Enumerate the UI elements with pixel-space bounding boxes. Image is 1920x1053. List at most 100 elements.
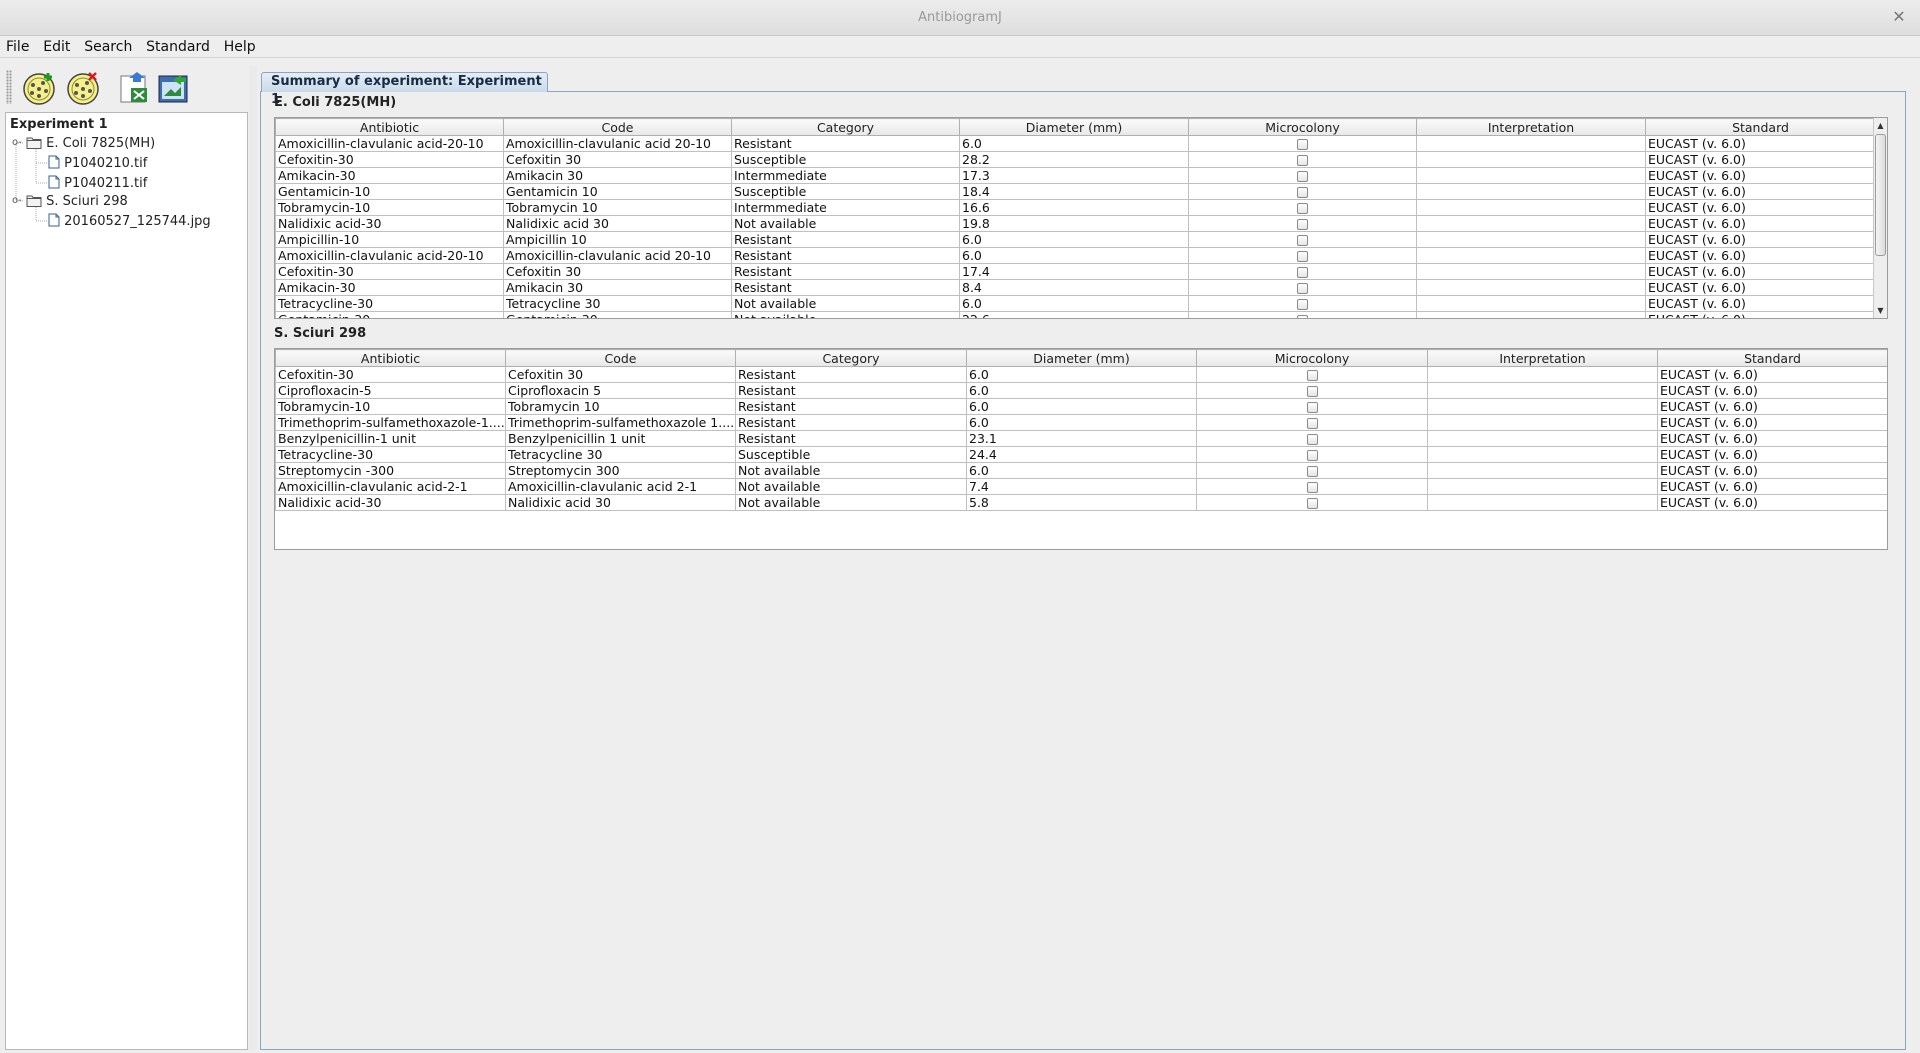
cell-interpretation[interactable] [1416,295,1646,312]
cell-interpretation[interactable] [1416,151,1646,168]
table-row[interactable]: Amoxicillin-clavulanic acid-20-10 Amoxici… [275,247,1876,264]
microcolony-checkbox[interactable] [1306,497,1318,509]
microcolony-checkbox[interactable] [1297,186,1308,198]
cell-interpretation[interactable] [1427,494,1658,511]
cell-code[interactable]: Ampicillin 10 [503,231,732,248]
table-row[interactable]: Nalidixic acid-30 Nalidixic acid 30 Not av… [275,215,1876,232]
table-row[interactable]: Tetracycline-30 Tetracycline 30 Not availa… [275,295,1876,312]
tree-file-item[interactable]: P1040210.tif [48,154,147,173]
cell-standard[interactable]: EUCAST (v. 6.0) [1645,183,1876,200]
cell-antibiotic[interactable]: Cefoxitin-30 [275,263,504,280]
tree-root-experiment[interactable]: Experiment 1 [10,115,108,134]
microcolony-checkbox[interactable] [1297,314,1308,318]
export-image-button[interactable] [154,69,192,107]
cell-standard[interactable]: EUCAST (v. 6.0) [1645,135,1876,152]
scrollbar-thumb[interactable] [1875,134,1886,256]
table-row[interactable]: Amikacin-30 Amikacin 30 Resistant 8.4 EUCAST… [275,279,1876,296]
microcolony-checkbox[interactable] [1306,433,1318,445]
cell-category[interactable]: Resistant [731,247,960,264]
cell-code[interactable]: Amoxicillin-clavulanic acid 20-10 [503,135,732,152]
cell-code[interactable]: Ciprofloxacin 5 [505,382,736,399]
column-header-antibiotic[interactable]: Antibiotic [275,118,504,136]
cell-diameter[interactable]: 23.1 [966,430,1197,447]
microcolony-checkbox[interactable] [1306,417,1318,429]
remove-plate-button[interactable] [64,69,102,107]
cell-code[interactable]: Streptomycin 300 [505,462,736,479]
table-row[interactable]: Tobramycin-10 Tobramycin 10 Resistant 6.0 EU… [275,398,1887,415]
scroll-up-arrow-icon[interactable]: ▲ [1874,119,1887,132]
cell-antibiotic[interactable]: Gentamicin-10 [275,183,504,200]
cell-standard[interactable]: EUCAST (v. 6.0) [1657,366,1887,383]
table-row[interactable]: Amoxicillin-clavulanic acid-20-10 Amoxici… [275,135,1876,152]
cell-antibiotic[interactable]: Ampicillin-10 [275,231,504,248]
cell-diameter[interactable]: 19.8 [959,215,1189,232]
cell-interpretation[interactable] [1416,311,1646,318]
cell-category[interactable]: Susceptible [731,151,960,168]
cell-category[interactable]: Resistant [735,430,967,447]
cell-interpretation[interactable] [1427,366,1658,383]
table-row[interactable]: Trimethoprim-sulfamethoxazole-1.... Trime… [275,414,1887,431]
cell-interpretation[interactable] [1416,183,1646,200]
close-icon[interactable]: ✕ [1890,8,1908,26]
menu-search[interactable]: Search [78,36,132,58]
cell-standard[interactable]: EUCAST (v. 6.0) [1657,430,1887,447]
cell-code[interactable]: Nalidixic acid 30 [503,215,732,232]
table-row[interactable]: Nalidixic acid-30 Nalidixic acid 30 Not av… [275,494,1887,511]
cell-diameter[interactable]: 18.4 [959,183,1189,200]
table-row[interactable]: Gentamicin-10 Gentamicin 10 Susceptible 18.… [275,183,1876,200]
cell-antibiotic[interactable]: Tobramycin-10 [275,398,506,415]
cell-antibiotic[interactable]: Amikacin-30 [275,167,504,184]
column-header-interpretation[interactable]: Interpretation [1416,118,1646,136]
cell-diameter[interactable]: 6.0 [959,135,1189,152]
menu-edit[interactable]: Edit [37,36,70,58]
cell-standard[interactable]: EUCAST (v. 6.0) [1657,462,1887,479]
cell-interpretation[interactable] [1427,462,1658,479]
cell-category[interactable]: Resistant [731,279,960,296]
table-row[interactable]: Gentamicin-30 Gentamicin 30 Not available 2… [275,311,1876,318]
menu-help[interactable]: Help [218,36,256,58]
column-header-diameter[interactable]: Diameter (mm) [966,349,1197,367]
menu-file[interactable]: File [0,36,29,58]
column-header-antibiotic[interactable]: Antibiotic [275,349,506,367]
cell-antibiotic[interactable]: Nalidixic acid-30 [275,215,504,232]
cell-category[interactable]: Resistant [735,398,967,415]
cell-code[interactable]: Gentamicin 30 [503,311,732,318]
cell-antibiotic[interactable]: Nalidixic acid-30 [275,494,506,511]
column-header-standard[interactable]: Standard [1657,349,1887,367]
cell-antibiotic[interactable]: Tetracycline-30 [275,446,506,463]
cell-code[interactable]: Trimethoprim-sulfamethoxazole 1.... [505,414,736,431]
cell-standard[interactable]: EUCAST (v. 6.0) [1657,398,1887,415]
microcolony-checkbox[interactable] [1297,250,1308,262]
cell-interpretation[interactable] [1427,382,1658,399]
cell-diameter[interactable]: 6.0 [966,414,1197,431]
cell-standard[interactable]: EUCAST (v. 6.0) [1645,247,1876,264]
cell-category[interactable]: Resistant [731,263,960,280]
microcolony-checkbox[interactable] [1297,138,1308,150]
cell-interpretation[interactable] [1416,231,1646,248]
tree-collapse-handle[interactable]: o- [12,138,22,148]
column-header-standard[interactable]: Standard [1645,118,1876,136]
cell-standard[interactable]: EUCAST (v. 6.0) [1657,446,1887,463]
table-row[interactable]: Cefoxitin-30 Cefoxitin 30 Resistant 6.0 EUCA… [275,366,1887,383]
cell-antibiotic[interactable]: Benzylpenicillin-1 unit [275,430,506,447]
cell-code[interactable]: Nalidixic acid 30 [505,494,736,511]
column-header-interpretation[interactable]: Interpretation [1427,349,1658,367]
cell-standard[interactable]: EUCAST (v. 6.0) [1645,151,1876,168]
microcolony-checkbox[interactable] [1306,465,1318,477]
export-excel-button[interactable] [116,69,154,107]
microcolony-checkbox[interactable] [1297,202,1308,214]
cell-code[interactable]: Tobramycin 10 [503,199,732,216]
cell-standard[interactable]: EUCAST (v. 6.0) [1657,382,1887,399]
cell-code[interactable]: Cefoxitin 30 [503,151,732,168]
cell-code[interactable]: Amikacin 30 [503,279,732,296]
microcolony-checkbox[interactable] [1297,234,1308,246]
cell-interpretation[interactable] [1416,263,1646,280]
cell-diameter[interactable]: 6.0 [966,462,1197,479]
cell-code[interactable]: Gentamicin 10 [503,183,732,200]
cell-antibiotic[interactable]: Cefoxitin-30 [275,366,506,383]
cell-interpretation[interactable] [1416,247,1646,264]
scroll-down-arrow-icon[interactable]: ▼ [1874,304,1887,317]
microcolony-checkbox[interactable] [1297,266,1308,278]
table-row[interactable]: Cefoxitin-30 Cefoxitin 30 Resistant 17.4 EUC… [275,263,1876,280]
cell-antibiotic[interactable]: Tetracycline-30 [275,295,504,312]
